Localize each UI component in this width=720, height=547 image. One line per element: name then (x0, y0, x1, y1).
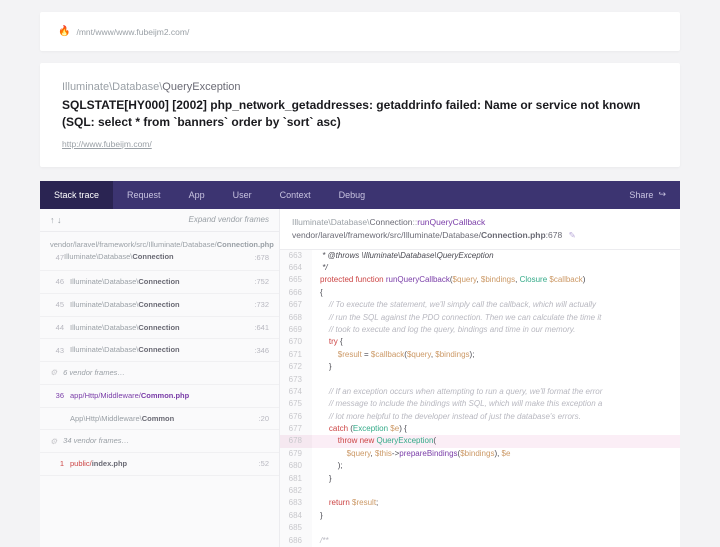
code-line: 685 (280, 522, 680, 534)
tab-request[interactable]: Request (113, 181, 175, 209)
tab-app[interactable]: App (175, 181, 219, 209)
code-line: 686/** (280, 535, 680, 547)
code-line: 666{ (280, 287, 680, 299)
code-line: 671 $result = $callback($query, $binding… (280, 349, 680, 361)
path-card: 🔥 /mnt/www/www.fubeijm2.com/ (40, 12, 680, 51)
share-button[interactable]: Share↪ (615, 189, 680, 200)
stack-frame[interactable]: 43Illuminate\Database\Connection:346 (40, 339, 279, 362)
stack-frame[interactable]: 1public/index.php:52 (40, 453, 279, 476)
stack-frame[interactable]: 45Illuminate\Database\Connection:732 (40, 294, 279, 317)
stack-frame[interactable]: 46Illuminate\Database\Connection:752 (40, 271, 279, 294)
gear-icon: ⚙ (50, 437, 57, 446)
collapsed-frames[interactable]: ⚙6 vendor frames… (40, 362, 279, 385)
share-icon: ↪ (658, 189, 666, 200)
code-line: 679 $query, $this->prepareBindings($bind… (280, 448, 680, 460)
code-line: 669 // took to execute and log the query… (280, 324, 680, 336)
code-line: 663 * @throws \Illuminate\Database\Query… (280, 250, 680, 262)
code-line: 678 throw new QueryException( (280, 435, 680, 447)
tab-debug[interactable]: Debug (325, 181, 380, 209)
collapsed-frames[interactable]: ⚙34 vendor frames… (40, 430, 279, 453)
code-line: 677 catch (Exception $e) { (280, 423, 680, 435)
code-line: 684} (280, 510, 680, 522)
tab-stack-trace[interactable]: Stack trace (40, 181, 113, 209)
code-file-path: vendor/laravel/framework/src/Illuminate/… (292, 230, 668, 241)
tab-bar: Stack traceRequestAppUserContextDebug Sh… (40, 181, 680, 209)
project-path: /mnt/www/www.fubeijm2.com/ (76, 27, 189, 37)
code-listing: 663 * @throws \Illuminate\Database\Query… (280, 250, 680, 547)
stack-frame[interactable]: 44Illuminate\Database\Connection:641 (40, 317, 279, 340)
request-url[interactable]: http://www.fubeijm.com/ (62, 139, 152, 149)
code-line: 676 // lot more helpful to the developer… (280, 411, 680, 423)
code-line: 667 // To execute the statement, we'll s… (280, 299, 680, 311)
code-line: 670 try { (280, 336, 680, 348)
code-line: 673 (280, 374, 680, 386)
tab-user[interactable]: User (219, 181, 266, 209)
stack-frame[interactable]: App\Http\Middleware\Common:20 (40, 408, 279, 431)
exception-namespace: Illuminate\Database\QueryException (62, 81, 658, 93)
content-area: ↑ ↓ Expand vendor frames vendor/laravel/… (40, 209, 680, 547)
code-line: 664 */ (280, 262, 680, 274)
code-line: 675 // message to include the bindings w… (280, 398, 680, 410)
code-line: 668 // run the SQL against the PDO conne… (280, 312, 680, 324)
code-line: 672 } (280, 361, 680, 373)
stack-frame[interactable]: vendor/laravel/framework/src/Illuminate/… (40, 232, 279, 272)
code-line: 681 } (280, 473, 680, 485)
error-card: Illuminate\Database\QueryException SQLST… (40, 63, 680, 167)
stack-frame[interactable]: 36app/Http/Middleware/Common.php (40, 385, 279, 408)
code-line: 683 return $result; (280, 497, 680, 509)
code-line: 665protected function runQueryCallback($… (280, 274, 680, 286)
exception-message: SQLSTATE[HY000] [2002] php_network_getad… (62, 97, 658, 131)
tab-context[interactable]: Context (266, 181, 325, 209)
expand-vendor-frames[interactable]: Expand vendor frames (189, 215, 270, 224)
flame-icon: 🔥 (58, 26, 70, 37)
code-breadcrumb: Illuminate\Database\Connection::runQuery… (292, 217, 668, 227)
pencil-icon[interactable]: ✎ (569, 230, 576, 240)
frames-panel: ↑ ↓ Expand vendor frames vendor/laravel/… (40, 209, 280, 547)
code-panel: Illuminate\Database\Connection::runQuery… (280, 209, 680, 547)
code-line: 680 ); (280, 460, 680, 472)
gear-icon: ⚙ (50, 368, 57, 377)
code-line: 674 // If an exception occurs when attem… (280, 386, 680, 398)
code-line: 682 (280, 485, 680, 497)
frame-nav-arrows[interactable]: ↑ ↓ (50, 215, 62, 225)
